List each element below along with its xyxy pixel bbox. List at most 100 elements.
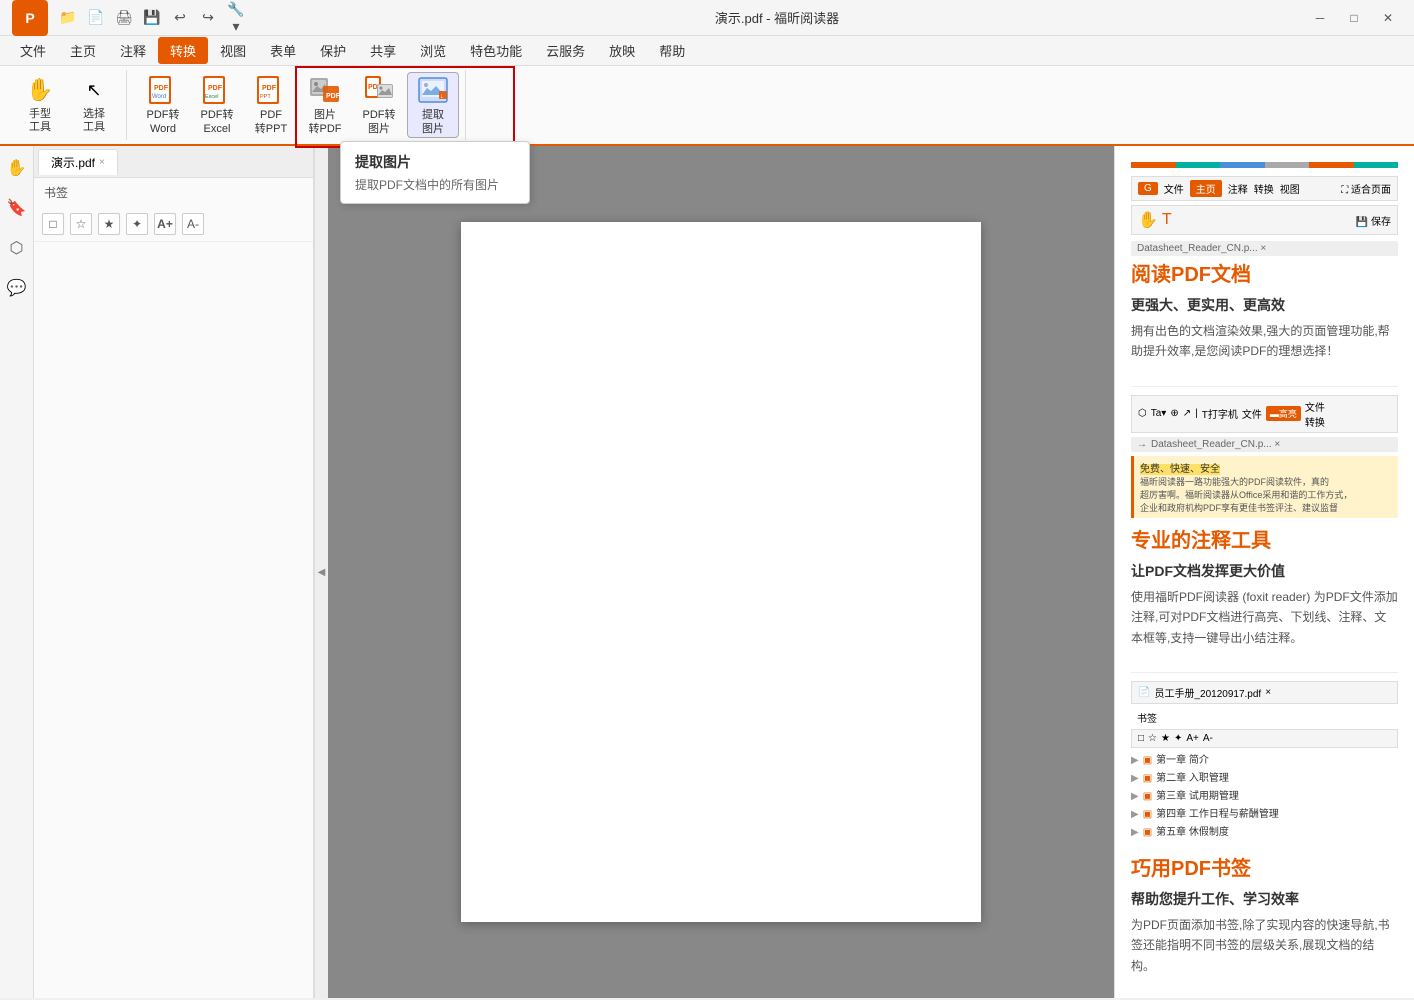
- bm-tool2: ☆: [1148, 733, 1157, 744]
- mini-bookmark-toolbar: □ ☆ ★ ✦ A+ A-: [1131, 729, 1398, 748]
- color-seg-teal2: [1354, 162, 1399, 168]
- menu-share[interactable]: 共享: [358, 37, 408, 64]
- mini-menu-home: 主页: [1190, 180, 1222, 197]
- mini2-divider: |: [1195, 408, 1198, 419]
- close-btn[interactable]: ✕: [1374, 7, 1402, 29]
- panel-collapse-btn[interactable]: ◀: [314, 146, 328, 998]
- panel-tool-square[interactable]: □: [42, 213, 64, 235]
- svg-text:↓: ↓: [440, 93, 444, 100]
- new-doc-btn[interactable]: 📄: [84, 6, 108, 30]
- window-title: 演示.pdf - 福昕阅读器: [715, 8, 839, 27]
- menu-bar: 文件 主页 注释 转换 视图 表单 保护 共享 浏览 特色功能 云服务 放映 帮…: [0, 36, 1414, 66]
- pdf-to-excel-label: PDF转Excel: [201, 109, 234, 135]
- menu-cloud[interactable]: 云服务: [534, 37, 597, 64]
- panel-tool-decrease-font[interactable]: A-: [182, 213, 204, 235]
- mini2-tool2: Ta▾: [1151, 408, 1167, 419]
- pdf-to-image-label: PDF转图片: [363, 109, 396, 135]
- svg-text:PDF: PDF: [262, 85, 277, 92]
- bookmark-list: ▶ ▣ 第一章 简介 ▶ ▣ 第二章 入职管理 ▶ ▣ 第三章 试用期管理 ▶ …: [1131, 752, 1398, 842]
- panel-tool-star[interactable]: ✦: [126, 213, 148, 235]
- pdf-to-word-btn[interactable]: PDF Word PDF转Word: [137, 72, 189, 138]
- undo-btn[interactable]: ↩: [168, 6, 192, 30]
- right-panel: G 文件 主页 注释 转换 视图 ⛶ 适合页面 ✋ T 💾 保存 Datashe…: [1114, 146, 1414, 998]
- color-bar-1: [1131, 162, 1398, 168]
- mini-highlight-text: 免费、快速、安全 福昕阅读器一路功能强大的PDF阅读软件，真的 超厉害啊。福昕阅…: [1131, 456, 1398, 518]
- color-seg-orange2: [1309, 162, 1354, 168]
- mini2-tool1: ⬡: [1138, 408, 1147, 419]
- pdf-to-word-icon: PDF Word: [147, 74, 179, 106]
- svg-text:PDF: PDF: [326, 93, 341, 100]
- left-icon-layers[interactable]: ⬡: [3, 234, 31, 262]
- menu-form[interactable]: 表单: [258, 37, 308, 64]
- minimize-btn[interactable]: ─: [1306, 7, 1334, 29]
- image-to-pdf-icon: PDF: [309, 74, 341, 106]
- left-panel-tab[interactable]: 演示.pdf ×: [38, 149, 118, 175]
- bm-tool6: A-: [1203, 733, 1213, 744]
- bm-label-1: 第一章 简介: [1156, 752, 1209, 770]
- title-bar: P 📁 📄 🖨 💾 ↩ ↪ 🔧▾ 演示.pdf - 福昕阅读器 ─ □ ✕: [0, 0, 1414, 36]
- open-folder-btn[interactable]: 📁: [56, 6, 80, 30]
- panel-tool-bookmark1[interactable]: ☆: [70, 213, 92, 235]
- bm-item-5: ▶ ▣ 第五章 休假制度: [1131, 824, 1398, 842]
- maximize-btn[interactable]: □: [1340, 7, 1368, 29]
- pdf-to-ppt-btn[interactable]: PDF PPT PDF转PPT: [245, 72, 297, 138]
- menu-home[interactable]: 主页: [58, 37, 108, 64]
- image-to-pdf-btn[interactable]: PDF 图片转PDF: [299, 72, 351, 138]
- left-icon-comment[interactable]: 💬: [3, 274, 31, 302]
- tooltip-desc: 提取PDF文档中的所有图片: [355, 176, 515, 193]
- menu-view[interactable]: 视图: [208, 37, 258, 64]
- toolbar-group-convert: PDF Word PDF转Word PDF Excel PDF转Excel: [131, 70, 466, 140]
- toolbar: ✋ 手型工具 ↖ 选择工具 PDF Word PDF转Word: [0, 66, 1414, 146]
- highlight-context2: 超厉害啊。福昕阅读器从Office采用和谐的工作方式，: [1140, 490, 1352, 500]
- mini2-tool4: ↗: [1183, 408, 1191, 419]
- menu-play[interactable]: 放映: [597, 37, 647, 64]
- print-btn[interactable]: 🖨: [112, 6, 136, 30]
- customize-btn[interactable]: 🔧▾: [224, 6, 248, 30]
- menu-special[interactable]: 特色功能: [458, 37, 534, 64]
- mini3-filename: 员工手册_20120917.pdf: [1154, 685, 1261, 700]
- svg-text:PDF: PDF: [154, 85, 169, 92]
- pdf-to-image-btn[interactable]: PDF PDF转图片: [353, 72, 405, 138]
- toolbar-group-basic: ✋ 手型工具 ↖ 选择工具: [8, 70, 127, 140]
- extract-image-btn[interactable]: ↓ 提取图片: [407, 72, 459, 138]
- mini2-tool3: ⊕: [1170, 408, 1178, 419]
- mini2-convert: 文件转换: [1305, 399, 1325, 429]
- bm-tool4: ✦: [1174, 733, 1182, 744]
- mini-toolbar-2: ⬡ Ta▾ ⊕ ↗ | T打字机 文件 ▬高亮 文件转换: [1131, 395, 1398, 433]
- menu-browse[interactable]: 浏览: [408, 37, 458, 64]
- color-seg-orange: [1131, 162, 1176, 168]
- mini-menu-file: 文件: [1164, 181, 1184, 196]
- select-tool-btn[interactable]: ↖ 选择工具: [68, 72, 120, 138]
- redo-btn[interactable]: ↪: [196, 6, 220, 30]
- color-seg-gray: [1265, 162, 1310, 168]
- tab-close-btn[interactable]: ×: [99, 157, 105, 168]
- left-icon-hand[interactable]: ✋: [3, 154, 31, 182]
- pdf-to-excel-btn[interactable]: PDF Excel PDF转Excel: [191, 72, 243, 138]
- preview-desc-1: 拥有出色的文档渲染效果,强大的页面管理功能,帮助提升效率,是您阅读PDF的理想选…: [1131, 321, 1398, 362]
- hand-tool-label: 手型工具: [29, 108, 51, 134]
- panel-toolbar: □ ☆ ★ ✦ A+ A-: [34, 207, 313, 242]
- preview-subtitle-2: 让PDF文档发挥更大价值: [1131, 561, 1398, 581]
- mini3-close: ×: [1265, 687, 1271, 698]
- mini-toolbar-1: G 文件 主页 注释 转换 视图 ⛶ 适合页面: [1131, 176, 1398, 201]
- mini-fullscreen: ⛶ 适合页面: [1341, 181, 1391, 196]
- menu-help[interactable]: 帮助: [647, 37, 697, 64]
- menu-protect[interactable]: 保护: [308, 37, 358, 64]
- svg-text:Word: Word: [152, 94, 166, 100]
- hand-tool-btn[interactable]: ✋ 手型工具: [14, 72, 66, 138]
- highlight-context: 福昕阅读器一路功能强大的PDF阅读软件，真的: [1140, 477, 1329, 487]
- mini-content-area-1: ✋ T 💾 保存: [1131, 205, 1398, 235]
- preview-subtitle-3: 帮助您提升工作、学习效率: [1131, 889, 1398, 909]
- menu-annotation[interactable]: 注释: [108, 37, 158, 64]
- select-icon: ↖: [78, 76, 110, 105]
- save-btn[interactable]: 💾: [140, 6, 164, 30]
- preview-title-3: 巧用PDF书签: [1131, 852, 1398, 881]
- mini-cursor-icon: T: [1162, 211, 1172, 229]
- panel-tool-increase-font[interactable]: A+: [154, 213, 176, 235]
- menu-file[interactable]: 文件: [8, 37, 58, 64]
- left-icon-bookmark[interactable]: 🔖: [3, 194, 31, 222]
- main-area: ✋ 🔖 ⬡ 💬 演示.pdf × 书签 □ ☆ ★ ✦ A+ A- ◀: [0, 146, 1414, 998]
- panel-tool-bookmark2[interactable]: ★: [98, 213, 120, 235]
- section3-text: 巧用PDF书签 帮助您提升工作、学习效率 为PDF页面添加书签,除了实现内容的快…: [1131, 852, 1398, 976]
- menu-convert[interactable]: 转换: [158, 37, 208, 64]
